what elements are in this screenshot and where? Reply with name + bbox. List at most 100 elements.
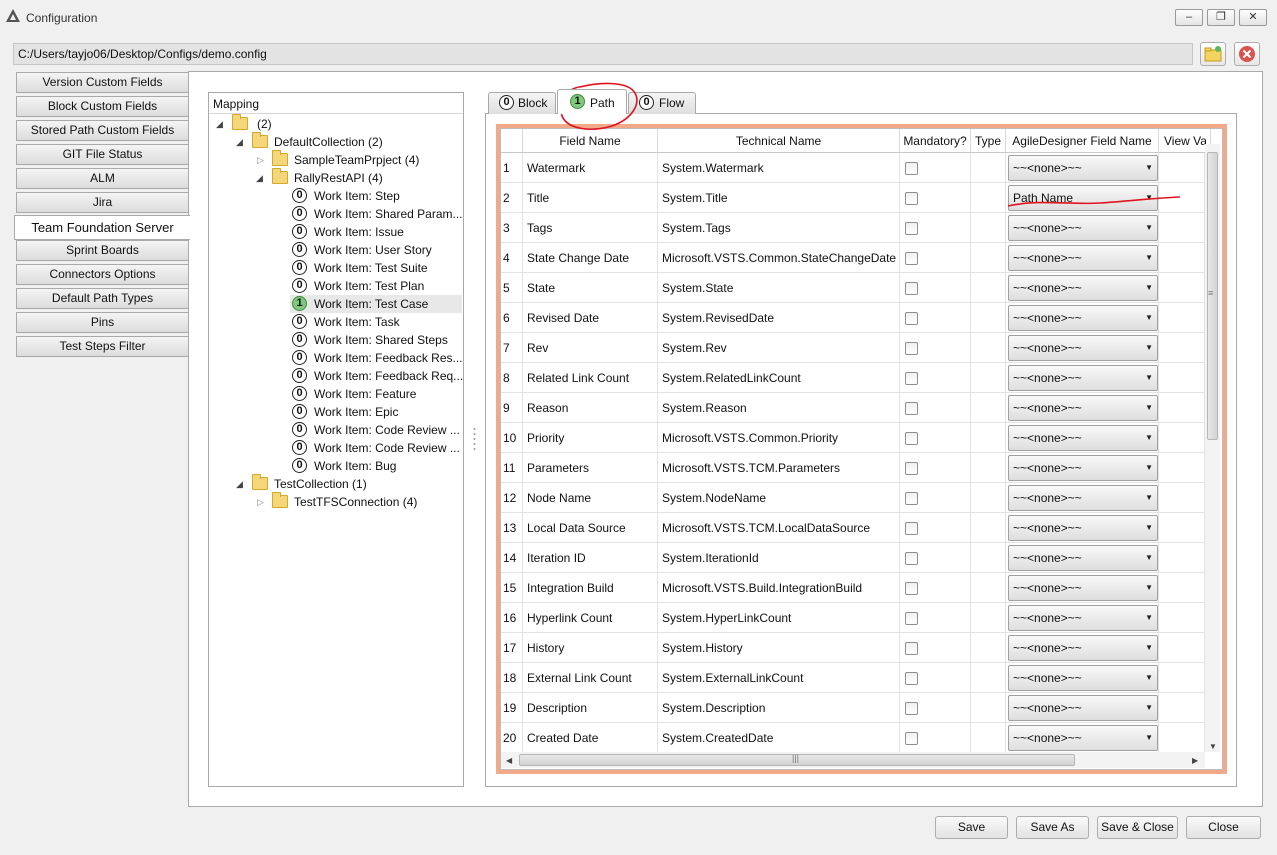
column-header-agiledesigner-field-name[interactable]: AgileDesigner Field Name bbox=[1006, 129, 1159, 153]
table-row[interactable]: 7 Rev System.Rev ~~<none>~~ ▼ bbox=[501, 333, 1205, 363]
restore-button[interactable]: ❐ bbox=[1207, 9, 1235, 26]
expanded-arrow-icon[interactable]: ◢ bbox=[216, 115, 226, 133]
mandatory-checkbox[interactable] bbox=[905, 492, 918, 505]
mandatory-checkbox[interactable] bbox=[905, 402, 918, 415]
mandatory-checkbox[interactable] bbox=[905, 672, 918, 685]
table-row[interactable]: 15 Integration Build Microsoft.VSTS.Build.… bbox=[501, 573, 1205, 603]
expanded-arrow-icon[interactable]: ◢ bbox=[236, 475, 246, 493]
expanded-arrow-icon[interactable]: ◢ bbox=[256, 169, 266, 187]
agiledesigner-field-dropdown[interactable]: ~~<none>~~ ▼ bbox=[1008, 425, 1158, 451]
column-header-mandatory[interactable]: Mandatory? bbox=[900, 129, 971, 153]
collapsed-arrow-icon[interactable]: ▷ bbox=[257, 493, 267, 511]
table-row[interactable]: 18 External Link Count System.ExternalLink… bbox=[501, 663, 1205, 693]
agiledesigner-field-dropdown[interactable]: ~~<none>~~ ▼ bbox=[1008, 365, 1158, 391]
save-and-close-button[interactable]: Save & Close bbox=[1097, 816, 1178, 839]
agiledesigner-field-dropdown[interactable]: ~~<none>~~ ▼ bbox=[1008, 305, 1158, 331]
tree-work-item[interactable]: 0 Work Item: User Story bbox=[290, 241, 462, 259]
mandatory-checkbox[interactable] bbox=[905, 252, 918, 265]
column-header-type[interactable]: Type bbox=[971, 129, 1006, 153]
table-row[interactable]: 2 Title System.Title Path Name ▼ bbox=[501, 183, 1205, 213]
table-row[interactable]: 10 Priority Microsoft.VSTS.Common.Priority… bbox=[501, 423, 1205, 453]
column-header-view-value[interactable]: View Va bbox=[1159, 129, 1211, 153]
table-row[interactable]: 12 Node Name System.NodeName ~~<none>~~ ▼ bbox=[501, 483, 1205, 513]
agiledesigner-field-dropdown[interactable]: ~~<none>~~ ▼ bbox=[1008, 725, 1158, 751]
agiledesigner-field-dropdown[interactable]: ~~<none>~~ ▼ bbox=[1008, 485, 1158, 511]
tree-work-item[interactable]: 0 Work Item: Epic bbox=[290, 403, 462, 421]
mandatory-checkbox[interactable] bbox=[905, 372, 918, 385]
tree-work-item[interactable]: 0 Work Item: Shared Param... bbox=[290, 205, 463, 223]
tree-work-item[interactable]: 0 Work Item: Feedback Req... bbox=[290, 367, 463, 385]
close-button[interactable]: Close bbox=[1186, 816, 1261, 839]
nav-version-custom-fields[interactable]: Version Custom Fields bbox=[16, 72, 189, 93]
mandatory-checkbox[interactable] bbox=[905, 162, 918, 175]
open-config-button[interactable] bbox=[1200, 42, 1226, 66]
minimize-button[interactable]: – bbox=[1175, 9, 1203, 26]
nav-block-custom-fields[interactable]: Block Custom Fields bbox=[16, 96, 189, 117]
mandatory-checkbox[interactable] bbox=[905, 342, 918, 355]
table-row[interactable]: 8 Related Link Count System.RelatedLinkCou… bbox=[501, 363, 1205, 393]
table-row[interactable]: 5 State System.State ~~<none>~~ ▼ bbox=[501, 273, 1205, 303]
tree-work-item[interactable]: 0 Work Item: Feature bbox=[290, 385, 462, 403]
mandatory-checkbox[interactable] bbox=[905, 312, 918, 325]
tree-node-root[interactable]: ◢ (2) bbox=[214, 114, 462, 133]
agiledesigner-field-dropdown[interactable]: ~~<none>~~ ▼ bbox=[1008, 275, 1158, 301]
table-row[interactable]: 16 Hyperlink Count System.HyperLinkCount ~~… bbox=[501, 603, 1205, 633]
scroll-right-arrow-icon[interactable]: ▶ bbox=[1192, 756, 1198, 765]
nav-pins[interactable]: Pins bbox=[16, 312, 189, 333]
agiledesigner-field-dropdown[interactable]: ~~<none>~~ ▼ bbox=[1008, 155, 1158, 181]
agiledesigner-field-dropdown[interactable]: ~~<none>~~ ▼ bbox=[1008, 455, 1158, 481]
agiledesigner-field-dropdown[interactable]: Path Name ▼ bbox=[1008, 185, 1158, 211]
agiledesigner-field-dropdown[interactable]: ~~<none>~~ ▼ bbox=[1008, 665, 1158, 691]
agiledesigner-field-dropdown[interactable]: ~~<none>~~ ▼ bbox=[1008, 695, 1158, 721]
table-row[interactable]: 13 Local Data Source Microsoft.VSTS.TCM.Lo… bbox=[501, 513, 1205, 543]
close-config-button[interactable] bbox=[1234, 42, 1260, 66]
tree-work-item[interactable]: 0 Work Item: Test Suite bbox=[290, 259, 462, 277]
nav-team-foundation-server[interactable]: Team Foundation Server bbox=[14, 215, 190, 240]
tree-work-item[interactable]: 0 Work Item: Task bbox=[290, 313, 462, 331]
config-path-field[interactable]: C:/Users/tayjo06/Desktop/Configs/demo.co… bbox=[13, 43, 1193, 65]
column-header-field-name[interactable]: Field Name bbox=[523, 129, 658, 153]
table-row[interactable]: 20 Created Date System.CreatedDate ~~<none>… bbox=[501, 723, 1205, 753]
tree-node-default-collection[interactable]: ◢ DefaultCollection (2) bbox=[234, 132, 462, 151]
window-close-button[interactable]: ✕ bbox=[1239, 9, 1267, 26]
mandatory-checkbox[interactable] bbox=[905, 222, 918, 235]
agiledesigner-field-dropdown[interactable]: ~~<none>~~ ▼ bbox=[1008, 605, 1158, 631]
mandatory-checkbox[interactable] bbox=[905, 612, 918, 625]
mandatory-checkbox[interactable] bbox=[905, 582, 918, 595]
agiledesigner-field-dropdown[interactable]: ~~<none>~~ ▼ bbox=[1008, 575, 1158, 601]
table-row[interactable]: 1 Watermark System.Watermark ~~<none>~~ ▼ bbox=[501, 153, 1205, 183]
tab-flow[interactable]: 0 Flow bbox=[628, 92, 696, 114]
nav-test-steps-filter[interactable]: Test Steps Filter bbox=[16, 336, 189, 357]
tree-node-sample-project[interactable]: ▷ SampleTeamPrpject (4) bbox=[254, 150, 462, 169]
table-row[interactable]: 14 Iteration ID System.IterationId ~~<none>… bbox=[501, 543, 1205, 573]
nav-stored-path-custom-fields[interactable]: Stored Path Custom Fields bbox=[16, 120, 189, 141]
mandatory-checkbox[interactable] bbox=[905, 642, 918, 655]
save-button[interactable]: Save bbox=[935, 816, 1008, 839]
tab-path[interactable]: 1 Path bbox=[557, 89, 627, 114]
scroll-down-arrow-icon[interactable]: ▼ bbox=[1209, 742, 1217, 751]
nav-alm[interactable]: ALM bbox=[16, 168, 189, 189]
tree-work-item-selected[interactable]: 1 Work Item: Test Case bbox=[290, 295, 462, 313]
tree-work-item[interactable]: 0 Work Item: Code Review ... bbox=[290, 439, 462, 457]
mandatory-checkbox[interactable] bbox=[905, 732, 918, 745]
mandatory-checkbox[interactable] bbox=[905, 192, 918, 205]
agiledesigner-field-dropdown[interactable]: ~~<none>~~ ▼ bbox=[1008, 395, 1158, 421]
mandatory-checkbox[interactable] bbox=[905, 702, 918, 715]
nav-default-path-types[interactable]: Default Path Types bbox=[16, 288, 189, 309]
mandatory-checkbox[interactable] bbox=[905, 462, 918, 475]
mandatory-checkbox[interactable] bbox=[905, 282, 918, 295]
tree-work-item[interactable]: 0 Work Item: Test Plan bbox=[290, 277, 462, 295]
save-as-button[interactable]: Save As bbox=[1016, 816, 1089, 839]
tree-work-item[interactable]: 0 Work Item: Feedback Res... bbox=[290, 349, 463, 367]
tree-node-test-tfs-connection[interactable]: ▷ TestTFSConnection (4) bbox=[254, 492, 462, 511]
nav-sprint-boards[interactable]: Sprint Boards bbox=[16, 240, 189, 261]
agiledesigner-field-dropdown[interactable]: ~~<none>~~ ▼ bbox=[1008, 545, 1158, 571]
tab-block[interactable]: 0 Block bbox=[488, 92, 556, 114]
nav-git-file-status[interactable]: GIT File Status bbox=[16, 144, 189, 165]
table-row[interactable]: 6 Revised Date System.RevisedDate ~~<none>~… bbox=[501, 303, 1205, 333]
tree-work-item[interactable]: 0 Work Item: Bug bbox=[290, 457, 462, 475]
tree-work-item[interactable]: 0 Work Item: Shared Steps bbox=[290, 331, 462, 349]
table-row[interactable]: 17 History System.History ~~<none>~~ ▼ bbox=[501, 633, 1205, 663]
table-row[interactable]: 19 Description System.Description ~~<none>~… bbox=[501, 693, 1205, 723]
splitter-grip-icon[interactable] bbox=[473, 427, 476, 453]
